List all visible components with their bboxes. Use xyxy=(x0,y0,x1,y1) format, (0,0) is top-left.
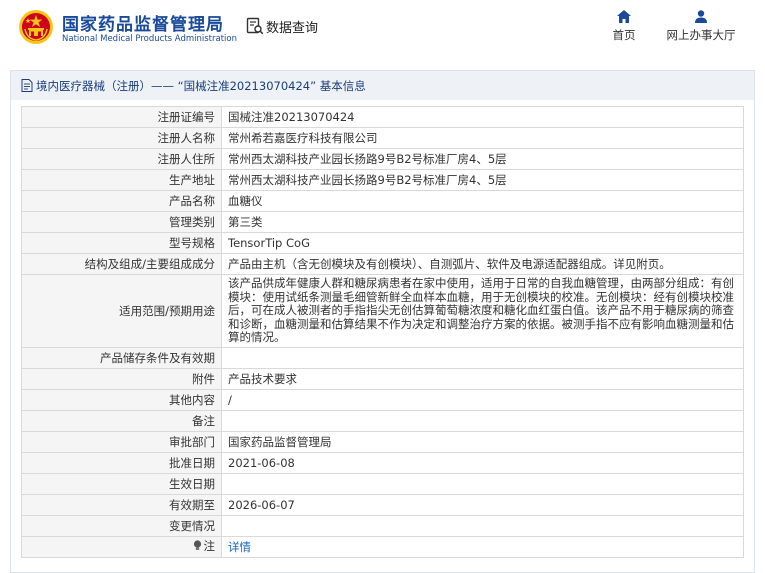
user-icon xyxy=(695,10,707,23)
field-label: 管理类别 xyxy=(21,211,222,233)
table-row: 结构及组成/主要组成成分 产品由主机（含无创模块及有创模块）、自测弧片、软件及电源… xyxy=(21,253,744,275)
field-value: 常州西太湖科技产业园长扬路9号B2号标准厂房4、5层 xyxy=(221,148,744,170)
field-value: 2021-06-08 xyxy=(221,451,744,474)
field-label: 注 xyxy=(21,535,222,558)
table-row: 注详情 xyxy=(21,535,744,558)
table-row: 备注 xyxy=(21,409,744,432)
field-label: 备注 xyxy=(21,409,222,432)
field-value: 国家药品监督管理局 xyxy=(221,430,744,453)
field-label: 其他内容 xyxy=(21,388,222,411)
table-row: 其他内容 / xyxy=(21,388,744,411)
nav-home-label: 首页 xyxy=(612,28,636,42)
site-header: 国家药品监督管理局 National Medical Products Admi… xyxy=(0,0,765,56)
field-value: 产品技术要求 xyxy=(221,367,744,390)
field-label: 产品储存条件及有效期 xyxy=(21,346,222,369)
field-label: 附件 xyxy=(21,367,222,390)
field-value: 血糖仪 xyxy=(221,190,744,212)
note-label-text: 注 xyxy=(203,538,216,553)
field-label: 生效日期 xyxy=(21,472,222,495)
nav-online-label: 网上办事大厅 xyxy=(666,28,736,42)
field-value: 常州西太湖科技产业园长扬路9号B2号标准厂房4、5层 xyxy=(221,169,744,191)
document-icon xyxy=(21,79,33,92)
table-row: 适用范围/预期用途 该产品供成年健康人群和糖尿病患者在家中使用，适用于日常的自我血… xyxy=(21,274,744,348)
field-label: 型号规格 xyxy=(21,232,222,254)
field-label: 有效期至 xyxy=(21,493,222,516)
table-row: 生效日期 xyxy=(21,472,744,495)
field-label: 注册人名称 xyxy=(21,127,222,149)
field-label: 注册证编号 xyxy=(21,106,222,128)
table-row: 产品名称 血糖仪 xyxy=(21,190,744,212)
table-row: 产品储存条件及有效期 xyxy=(21,346,744,369)
home-icon xyxy=(617,10,631,23)
table-row: 变更情况 xyxy=(21,514,744,537)
field-value xyxy=(221,514,744,537)
field-label: 批准日期 xyxy=(21,451,222,474)
field-label: 变更情况 xyxy=(21,514,222,537)
field-value: TensorTip CoG xyxy=(221,232,744,254)
field-label: 审批部门 xyxy=(21,430,222,453)
data-query-icon[interactable] xyxy=(246,17,264,35)
table-row: 有效期至 2026-06-07 xyxy=(21,493,744,516)
table-row: 型号规格 TensorTip CoG xyxy=(21,232,744,254)
site-subtitle: National Medical Products Administration xyxy=(62,34,237,44)
detail-panel: 注册证编号 国械注准20213070424 注册人名称 常州希若嘉医疗科技有限公司 注册… xyxy=(10,100,755,573)
field-value xyxy=(221,409,744,432)
breadcrumb-text: 境内医疗器械（注册）—— “国械注准20213070424” 基本信息 xyxy=(36,78,366,93)
data-query-link[interactable]: 数据查询 xyxy=(266,17,318,36)
table-row: 生产地址 常州西太湖科技产业园长扬路9号B2号标准厂房4、5层 xyxy=(21,169,744,191)
table-row: 注册证编号 国械注准20213070424 xyxy=(21,106,744,128)
field-label: 产品名称 xyxy=(21,190,222,212)
field-value xyxy=(221,472,744,495)
note-label: 注 xyxy=(193,538,216,553)
field-label: 适用范围/预期用途 xyxy=(21,274,222,348)
field-value: 产品由主机（含无创模块及有创模块）、自测弧片、软件及电源适配器组成。详见附页。 xyxy=(221,253,744,275)
registration-info-table: 注册证编号 国械注准20213070424 注册人名称 常州希若嘉医疗科技有限公司 注册… xyxy=(21,106,744,558)
field-label: 注册人住所 xyxy=(21,148,222,170)
field-label: 生产地址 xyxy=(21,169,222,191)
field-value xyxy=(221,346,744,369)
table-row: 审批部门 国家药品监督管理局 xyxy=(21,430,744,453)
field-value: 第三类 xyxy=(221,211,744,233)
table-row: 批准日期 2021-06-08 xyxy=(21,451,744,474)
nav-online-service-hall[interactable]: 网上办事大厅 xyxy=(660,10,742,43)
field-value: 详情 xyxy=(221,535,744,558)
breadcrumb: 境内医疗器械（注册）—— “国械注准20213070424” 基本信息 xyxy=(10,70,755,100)
field-label: 结构及组成/主要组成成分 xyxy=(21,253,222,275)
field-value: 国械注准20213070424 xyxy=(221,106,744,128)
details-link[interactable]: 详情 xyxy=(228,540,251,554)
field-value: 2026-06-07 xyxy=(221,493,744,516)
table-row: 注册人名称 常州希若嘉医疗科技有限公司 xyxy=(21,127,744,149)
field-value: / xyxy=(221,388,744,411)
field-value: 该产品供成年健康人群和糖尿病患者在家中使用，适用于日常的自我血糖管理，由两部分组… xyxy=(221,274,744,348)
table-row: 注册人住所 常州西太湖科技产业园长扬路9号B2号标准厂房4、5层 xyxy=(21,148,744,170)
table-row: 附件 产品技术要求 xyxy=(21,367,744,390)
lightbulb-icon xyxy=(193,540,201,551)
field-value: 常州希若嘉医疗科技有限公司 xyxy=(221,127,744,149)
nav-home[interactable]: 首页 xyxy=(605,10,643,43)
national-emblem-icon xyxy=(19,10,53,44)
site-title: 国家药品监督管理局 xyxy=(62,15,224,35)
table-row: 管理类别 第三类 xyxy=(21,211,744,233)
